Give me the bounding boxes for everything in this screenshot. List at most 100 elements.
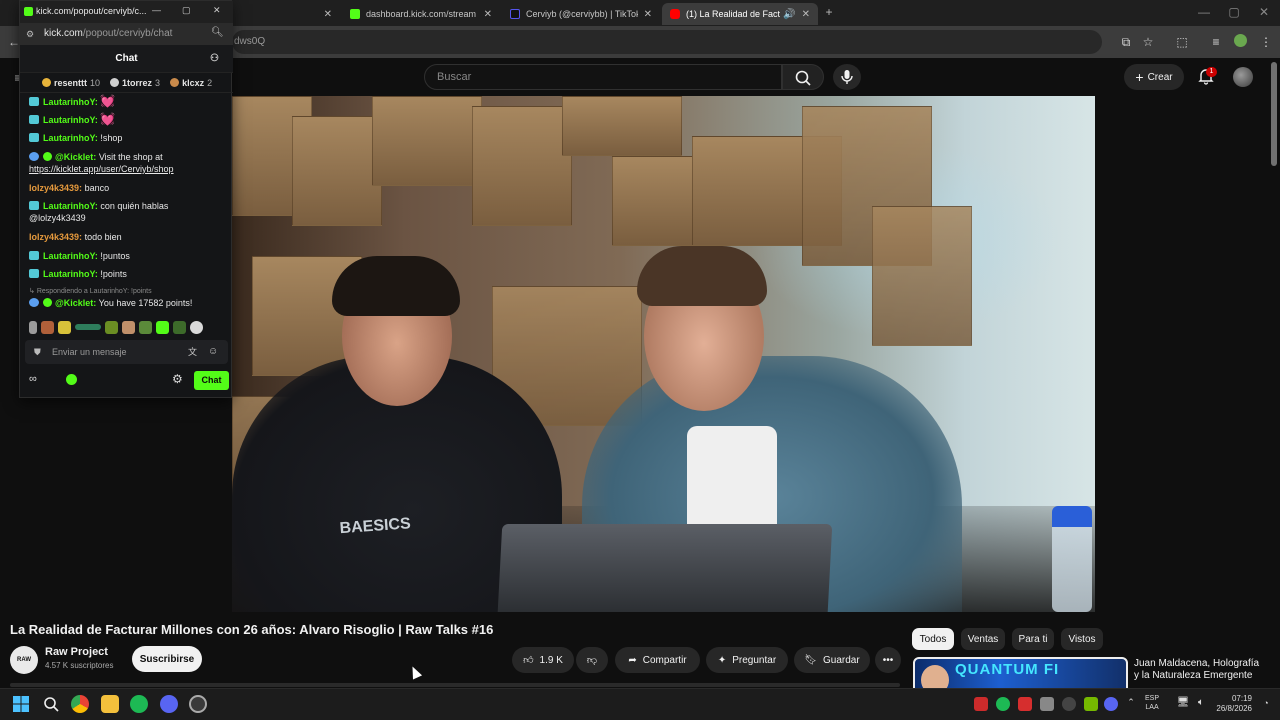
tray-chevron-icon[interactable]: ⌃ <box>1124 697 1138 711</box>
tray-nvidia-icon[interactable] <box>1084 697 1098 711</box>
profile-avatar-icon[interactable] <box>1232 34 1248 50</box>
tab-kick-dashboard[interactable]: dashboard.kick.com/stream ✕ <box>342 3 500 25</box>
dislike-button[interactable]: 👎︎ <box>576 647 608 673</box>
zoom-search-icon[interactable]: 🔍︎ <box>211 27 224 38</box>
chip-todos[interactable]: Todos <box>912 628 954 650</box>
emoji-picker-icon[interactable]: ☺ <box>208 340 218 364</box>
extensions-icon[interactable]: ⬚ <box>1174 34 1190 50</box>
like-button[interactable]: 👍︎ 1.9 K <box>512 647 574 673</box>
minimize-icon[interactable]: — <box>1196 4 1212 20</box>
tray-device-icon[interactable] <box>1040 697 1054 711</box>
close-window-icon[interactable]: ✕ <box>1256 4 1272 20</box>
chip-vistos[interactable]: Vistos <box>1061 628 1103 650</box>
chat-username[interactable]: LautarinhoY: <box>43 251 98 261</box>
close-icon[interactable]: ✕ <box>213 5 221 16</box>
minimize-icon[interactable]: — <box>152 5 161 15</box>
channel-avatar[interactable]: RAW <box>10 646 38 674</box>
popout-url-bar[interactable]: ⚙ kick.com/popout/cerviyb/chat 🔍︎ <box>20 23 233 45</box>
leader-item[interactable]: resenttt 10 <box>42 78 100 88</box>
chat-username[interactable]: @Kicklet: <box>55 298 96 308</box>
site-settings-icon[interactable]: ⚙ <box>26 29 34 40</box>
emote-icon[interactable] <box>173 320 186 334</box>
chat-username[interactable]: LautarinhoY: <box>43 201 98 211</box>
close-icon[interactable]: ✕ <box>484 9 492 20</box>
media-control-icon[interactable]: ≡ <box>1208 34 1224 50</box>
kick-points-icon[interactable] <box>66 374 77 385</box>
tray-spotify-icon[interactable] <box>996 697 1010 711</box>
chip-para-ti[interactable]: Para ti <box>1012 628 1054 650</box>
search-button[interactable] <box>782 64 824 90</box>
windows-start-icon[interactable] <box>12 695 30 713</box>
more-actions-button[interactable]: ••• <box>875 647 901 673</box>
leader-item[interactable]: klcxz 2 <box>170 78 212 88</box>
emote-icon[interactable] <box>105 320 118 334</box>
emote-icon[interactable] <box>156 320 169 334</box>
emote-icon[interactable] <box>75 324 101 330</box>
cast-icon[interactable]: ⧉ <box>1118 34 1134 50</box>
save-button[interactable]: 🔖︎ Guardar <box>794 647 870 673</box>
address-bar[interactable]: dws0Q <box>232 30 1102 54</box>
search-input[interactable]: Buscar <box>424 64 782 90</box>
tray-mic-icon[interactable] <box>974 697 988 711</box>
create-button[interactable]: + Crear <box>1124 64 1184 90</box>
notification-center-icon[interactable]: ◔ <box>1260 698 1272 710</box>
chat-username[interactable]: @Kicklet: <box>55 152 96 162</box>
tray-app-icon[interactable] <box>1062 697 1076 711</box>
speaker-icon[interactable]: 🔊 <box>783 9 795 20</box>
emote-icon[interactable] <box>139 320 152 334</box>
emote-icon[interactable] <box>190 320 203 334</box>
discord-icon[interactable] <box>160 695 178 713</box>
app-icon[interactable] <box>189 695 207 713</box>
maximize-icon[interactable]: ▢ <box>1226 4 1242 20</box>
subscribe-button[interactable]: Suscribirse <box>132 646 202 672</box>
tray-discord-icon[interactable] <box>1104 697 1118 711</box>
chat-link[interactable]: https://kicklet.app/user/Cerviyb/shop <box>29 164 174 174</box>
chip-ventas[interactable]: Ventas <box>961 628 1005 650</box>
tab-tiktok-1[interactable]: ✕ <box>232 3 340 25</box>
close-icon[interactable]: ✕ <box>802 9 810 20</box>
browser-menu-icon[interactable]: ⋮ <box>1258 34 1274 50</box>
tab-youtube-active[interactable]: (1) La Realidad de Facturar 🔊 ✕ <box>662 3 818 25</box>
infinity-points-icon[interactable]: ∞ <box>29 373 37 385</box>
close-icon[interactable]: ✕ <box>644 9 652 20</box>
search-icon[interactable] <box>42 695 60 713</box>
close-icon[interactable]: ✕ <box>324 9 332 20</box>
keyboard-language[interactable]: ESP LAA <box>1145 694 1159 712</box>
chat-username[interactable]: LautarinhoY: <box>43 269 98 279</box>
users-icon[interactable]: ⚇ <box>210 45 219 73</box>
recommended-video-title[interactable]: Juan Maldacena, Holografía y la Naturale… <box>1134 658 1264 682</box>
ask-button[interactable]: ✦ Preguntar <box>706 647 788 673</box>
network-icon[interactable]: 🖥︎ <box>1176 697 1190 711</box>
taskbar-clock[interactable]: 07:19 26/8/2026 <box>1212 694 1252 714</box>
leader-item[interactable]: 1torrez 3 <box>110 78 160 88</box>
video-player[interactable]: BAESICS <box>232 96 1095 612</box>
new-tab-icon[interactable]: + <box>821 4 837 20</box>
maximize-icon[interactable]: ▢ <box>182 5 191 16</box>
emote-icon[interactable] <box>41 320 54 334</box>
emote-icon[interactable] <box>29 320 37 334</box>
emote-icon[interactable] <box>58 320 71 334</box>
chat-mention[interactable]: @lolzy4k3439 <box>29 213 86 223</box>
settings-gear-icon[interactable]: ⚙ <box>172 372 183 386</box>
bookmark-star-icon[interactable]: ☆ <box>1140 34 1156 50</box>
file-explorer-icon[interactable] <box>101 695 119 713</box>
share-button[interactable]: ➦ Compartir <box>615 647 700 673</box>
translate-icon[interactable]: 文 <box>188 340 197 364</box>
chat-username[interactable]: LautarinhoY: <box>43 97 98 107</box>
chat-username[interactable]: lolzy4k3439: <box>29 183 82 193</box>
tab-tiktok[interactable]: Cerviyb (@cerviybb) | TikTok ✕ <box>502 3 660 25</box>
channel-name[interactable]: Raw Project <box>45 646 108 658</box>
volume-icon[interactable]: 🔈︎ <box>1194 697 1208 711</box>
emote-icon[interactable] <box>122 320 135 334</box>
chat-username[interactable]: LautarinhoY: <box>43 115 98 125</box>
tray-record-icon[interactable] <box>1018 697 1032 711</box>
chrome-icon[interactable] <box>71 695 89 713</box>
spotify-icon[interactable] <box>130 695 148 713</box>
chat-username[interactable]: LautarinhoY: <box>43 133 98 143</box>
chat-username[interactable]: lolzy4k3439: <box>29 232 82 242</box>
chat-send-button[interactable]: Chat <box>194 371 229 390</box>
voice-search-button[interactable] <box>833 64 861 90</box>
account-avatar[interactable] <box>1233 67 1253 87</box>
chat-message-input[interactable]: ⛊ Enviar un mensaje 文 ☺ <box>25 340 228 364</box>
page-scrollbar[interactable] <box>1271 62 1277 166</box>
